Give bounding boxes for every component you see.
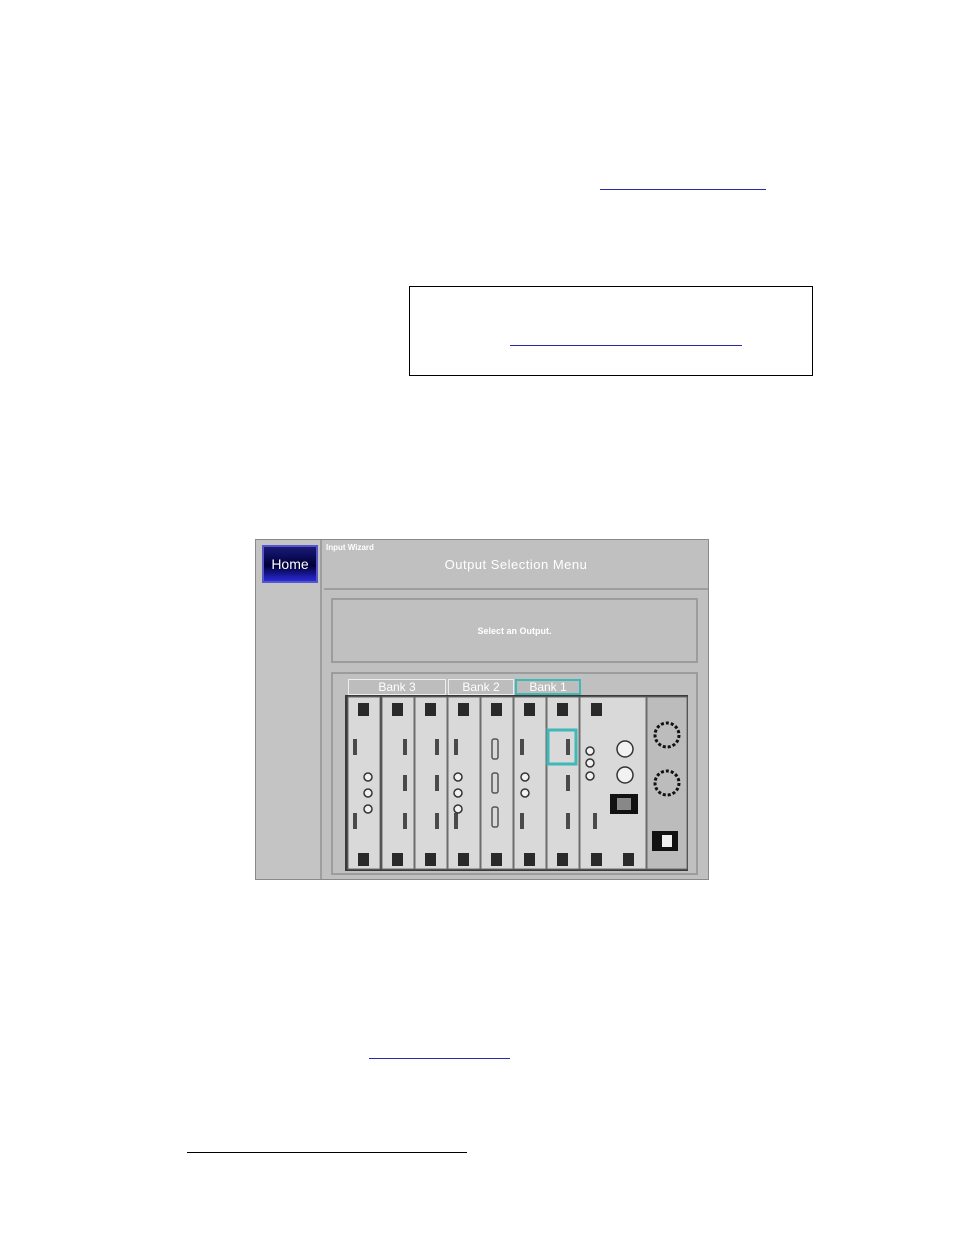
card-slot-7 (546, 696, 580, 870)
footnote-rule (187, 1152, 467, 1153)
hyperlink-underline-bottom[interactable] (369, 1058, 510, 1059)
message-text: Select an Output. (477, 625, 552, 636)
card-slot-5 (480, 696, 514, 870)
menu-title: Output Selection Menu (444, 557, 588, 572)
card-slot-1 (347, 696, 381, 870)
tab-bank-2[interactable]: Bank 2 (448, 679, 514, 695)
left-pane: Home (256, 540, 322, 879)
card-slot-2 (381, 696, 415, 870)
output-selection-window: Home Input Wizard Output Selection Menu … (255, 539, 709, 880)
tab-bank-1[interactable]: Bank 1 (515, 679, 581, 695)
message-panel: Select an Output. (331, 598, 698, 663)
home-button[interactable]: Home (262, 545, 318, 583)
note-hyperlink-underline[interactable] (510, 345, 742, 346)
note-box (409, 286, 813, 376)
header: Input Wizard Output Selection Menu (324, 540, 708, 590)
rack-panel: Bank 3 Bank 2 Bank 1 (331, 672, 698, 875)
hyperlink-underline[interactable] (600, 189, 766, 190)
card-slot-4 (447, 696, 481, 870)
tab-bank-3[interactable]: Bank 3 (348, 679, 446, 695)
card-slot-6 (513, 696, 547, 870)
card-slot-8 (579, 696, 647, 870)
chassis-graphic (345, 695, 688, 871)
card-slot-3 (414, 696, 448, 870)
wizard-label: Input Wizard (326, 543, 374, 552)
chassis (345, 695, 688, 871)
